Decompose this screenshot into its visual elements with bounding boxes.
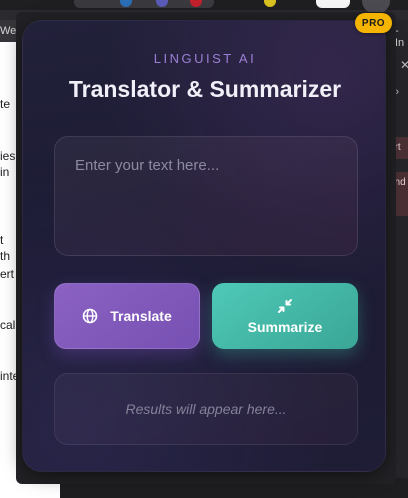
- background-text: in: [0, 165, 10, 179]
- background-tab-title: We: [0, 25, 17, 37]
- summarize-button[interactable]: Summarize: [212, 283, 358, 349]
- background-text: te: [0, 97, 11, 111]
- background-text: ies: [0, 149, 16, 163]
- translate-button[interactable]: Translate: [54, 283, 200, 349]
- browser-tab-strip: [0, 0, 408, 14]
- page-title: Translator & Summarizer: [68, 76, 342, 102]
- results-placeholder: Results will appear here...: [125, 401, 287, 417]
- text-input[interactable]: [54, 136, 358, 256]
- brand-label: LINGUIST AI: [153, 51, 257, 66]
- background-text: ert: [0, 267, 15, 281]
- background-text: cal: [0, 318, 16, 332]
- translator-card: LINGUIST AI Translator & Summarizer Tran…: [22, 20, 386, 472]
- summarize-button-label: Summarize: [247, 318, 323, 335]
- compress-arrows-icon: [277, 298, 293, 314]
- tab-favicon: [264, 0, 276, 7]
- globe-icon: [82, 308, 98, 324]
- browser-tab[interactable]: [316, 0, 350, 8]
- translate-button-label: Translate: [110, 308, 172, 324]
- background-text: t: [0, 233, 4, 247]
- results-area: Results will appear here...: [54, 373, 358, 445]
- background-right-title: - In: [395, 25, 405, 49]
- pro-badge: PRO: [355, 13, 392, 33]
- close-icon[interactable]: ✕: [400, 58, 408, 72]
- background-text: th: [0, 249, 11, 263]
